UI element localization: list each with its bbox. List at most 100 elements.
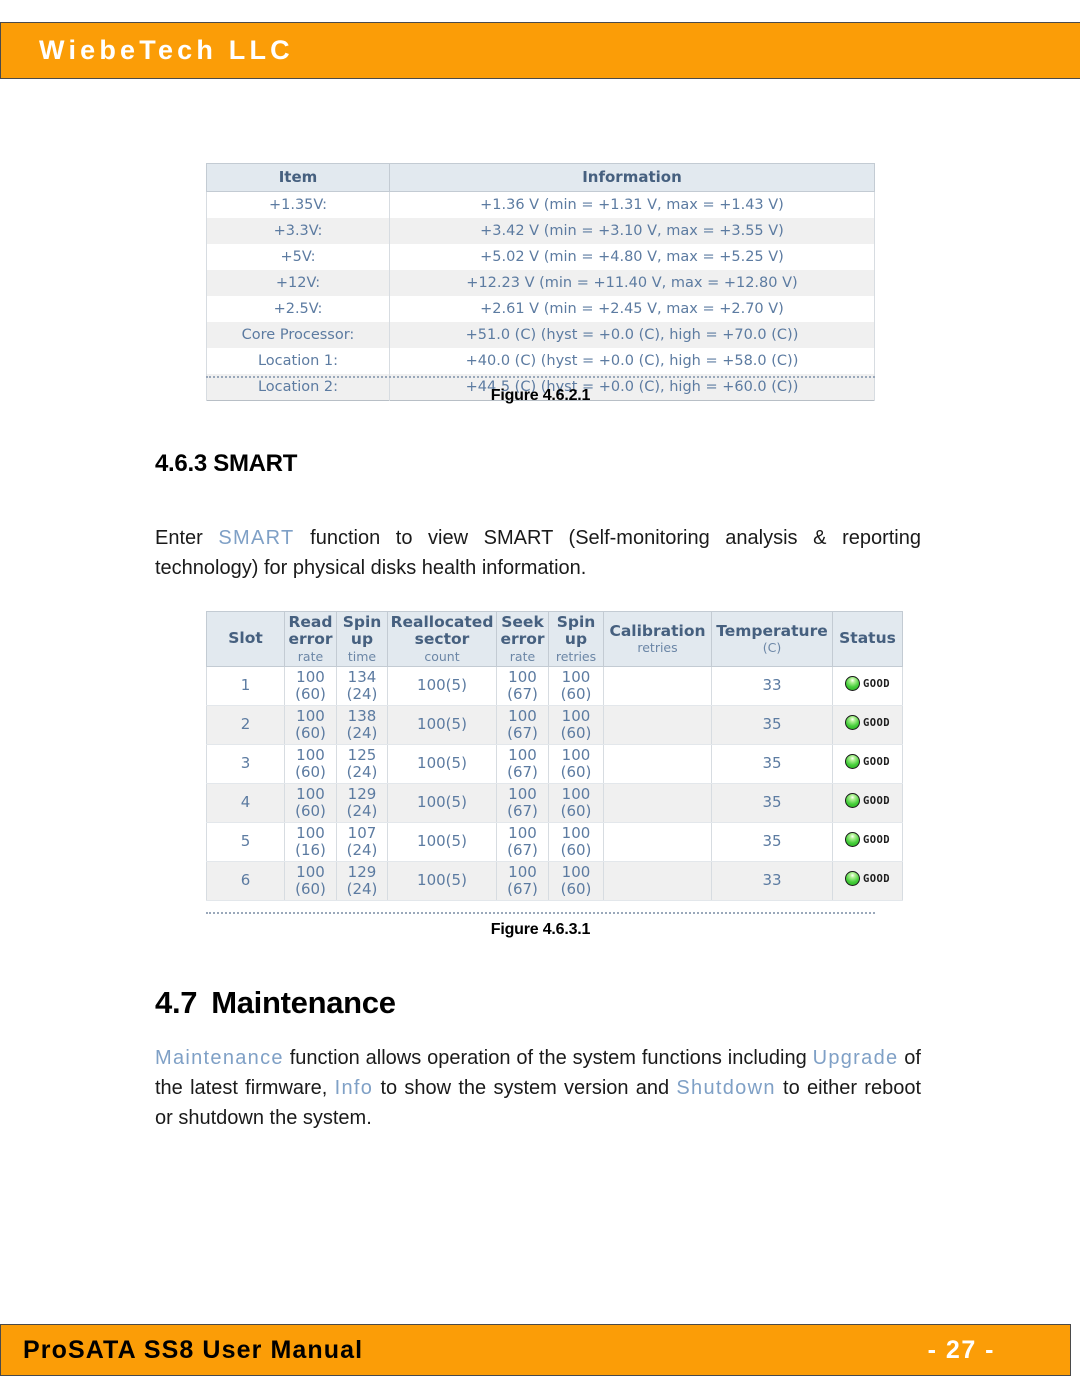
cell-read-error-rate: 100 (16)	[284, 822, 337, 862]
cell-spin-up-retries: 100 (60)	[548, 822, 604, 862]
cell-reallocated-sector-count: 100(5)	[387, 666, 497, 706]
cell-spin-up-time-threshold: (24)	[346, 684, 378, 703]
status-badge: GOOD	[845, 832, 890, 848]
cell-information: +3.42 V (min = +3.10 V, max = +3.55 V)	[389, 217, 875, 244]
cell-item: +12V:	[206, 269, 390, 296]
column-header-status: Status	[832, 611, 903, 667]
status-badge: GOOD	[845, 793, 890, 809]
cell-item: +5V:	[206, 243, 390, 270]
page-footer-banner: ProSATA SS8 User Manual - 27 -	[0, 1324, 1071, 1376]
status-led-icon	[845, 832, 861, 848]
cell-temperature: 35	[711, 744, 833, 784]
term-info: Info	[334, 1077, 374, 1099]
cell-read-error-rate-threshold: (60)	[295, 723, 326, 742]
cell-seek-error-rate: 100 (67)	[496, 783, 549, 823]
cell-read-error-rate: 100 (60)	[284, 861, 337, 901]
figure-caption-2: Figure 4.6.3.1	[490, 921, 591, 938]
cell-seek-error-rate-value: 100	[508, 745, 537, 764]
cell-seek-error-rate-value: 100	[508, 706, 537, 725]
cell-status: GOOD	[832, 783, 903, 823]
cell-item: Location 1:	[206, 347, 390, 374]
status-label: GOOD	[863, 755, 890, 768]
cell-status: GOOD	[832, 861, 903, 901]
cell-spin-up-time: 129 (24)	[336, 861, 388, 901]
term-maintenance: Maintenance	[155, 1047, 284, 1069]
column-header-item: Item	[206, 163, 390, 192]
cell-seek-error-rate: 100 (67)	[496, 705, 549, 745]
cell-calibration-retries	[603, 666, 712, 706]
status-badge: GOOD	[845, 676, 890, 692]
cell-temperature: 35	[711, 783, 833, 823]
table-row: +2.5V: +2.61 V (min = +2.45 V, max = +2.7…	[206, 295, 875, 322]
status-label: GOOD	[863, 794, 890, 807]
cell-spin-up-time-threshold: (24)	[346, 723, 378, 742]
cell-temperature: 35	[711, 822, 833, 862]
column-header-spin-up-retries-main: Spin up	[556, 613, 596, 649]
paragraph-smart-lead: Enter	[155, 527, 219, 549]
table-header-row: Slot Read error rate Spin up time Reallo…	[206, 611, 903, 667]
column-header-slot-main: Slot	[228, 629, 263, 648]
cell-spin-up-retries: 100 (60)	[548, 861, 604, 901]
column-header-read-error-rate-sub: rate	[297, 648, 324, 664]
cell-spin-up-retries-threshold: (60)	[560, 723, 592, 742]
cell-calibration-retries	[603, 861, 712, 901]
table-row: 6 100 (60) 129 (24) 100(5) 100 (67) 100 (60) 33 GOO…	[206, 861, 903, 901]
cell-read-error-rate-threshold: (60)	[295, 879, 326, 898]
paragraph-maintenance-text-3: to show the system version and	[373, 1077, 677, 1099]
paragraph-smart: Enter SMART function to view SMART (Self…	[155, 523, 921, 583]
cell-seek-error-rate: 100 (67)	[496, 666, 549, 706]
cell-spin-up-retries-value: 100	[561, 745, 591, 764]
table-header-row: Item Information	[206, 163, 875, 192]
cell-calibration-retries	[603, 783, 712, 823]
cell-item: +2.5V:	[206, 295, 390, 322]
cell-seek-error-rate-threshold: (67)	[507, 684, 538, 703]
table-row: +1.35V: +1.36 V (min = +1.31 V, max = +1.…	[206, 191, 875, 218]
term-upgrade: Upgrade	[812, 1047, 899, 1069]
cell-status: GOOD	[832, 822, 903, 862]
figure-divider-1	[206, 376, 875, 378]
cell-spin-up-retries-value: 100	[561, 667, 591, 686]
cell-seek-error-rate: 100 (67)	[496, 822, 549, 862]
status-led-icon	[845, 676, 861, 692]
cell-temperature: 33	[711, 861, 833, 901]
cell-spin-up-time: 129 (24)	[336, 783, 388, 823]
column-header-seek-error-rate-sub: rate	[509, 648, 536, 664]
cell-item: +3.3V:	[206, 217, 390, 244]
cell-read-error-rate-value: 100	[296, 667, 325, 686]
cell-spin-up-time-value: 107	[347, 823, 377, 842]
manual-title: ProSATA SS8 User Manual	[23, 1335, 364, 1364]
column-header-calibration-retries: Calibration retries	[603, 611, 712, 667]
cell-spin-up-retries-value: 100	[561, 784, 591, 803]
cell-spin-up-time: 125 (24)	[336, 744, 388, 784]
cell-spin-up-retries-threshold: (60)	[560, 879, 592, 898]
cell-calibration-retries	[603, 705, 712, 745]
status-label: GOOD	[863, 677, 890, 690]
table-row: 2 100 (60) 138 (24) 100(5) 100 (67) 100 (60) 35 GOO…	[206, 705, 903, 745]
cell-reallocated-sector-count: 100(5)	[387, 822, 497, 862]
status-badge: GOOD	[845, 715, 890, 731]
cell-item: Core Processor:	[206, 321, 390, 348]
cell-reallocated-sector-count: 100(5)	[387, 861, 497, 901]
cell-read-error-rate: 100 (60)	[284, 783, 337, 823]
table-row: Location 1: +40.0 (C) (hyst = +0.0 (C), h…	[206, 347, 875, 374]
paragraph-maintenance-text-1: function allows operation of the system …	[283, 1047, 813, 1069]
column-header-calibration-retries-main: Calibration	[609, 621, 706, 640]
table-row: +5V: +5.02 V (min = +4.80 V, max = +5.25 …	[206, 243, 875, 270]
cell-seek-error-rate-value: 100	[508, 823, 537, 842]
cell-slot: 3	[206, 744, 285, 784]
column-header-slot: Slot	[206, 611, 285, 667]
sensor-information-table: Item Information +1.35V: +1.36 V (min = +…	[206, 163, 875, 401]
column-header-temperature-sub: (C)	[762, 640, 782, 656]
cell-read-error-rate-value: 100	[296, 706, 325, 725]
cell-information: +5.02 V (min = +4.80 V, max = +5.25 V)	[389, 243, 875, 270]
cell-reallocated-sector-count: 100(5)	[387, 744, 497, 784]
column-header-temperature: Temperature (C)	[711, 611, 833, 667]
cell-read-error-rate: 100 (60)	[284, 744, 337, 784]
cell-spin-up-retries-value: 100	[561, 823, 591, 842]
cell-spin-up-time-threshold: (24)	[346, 801, 378, 820]
cell-seek-error-rate: 100 (67)	[496, 861, 549, 901]
figure-divider-2	[206, 912, 875, 914]
status-label: GOOD	[863, 872, 890, 885]
cell-seek-error-rate-threshold: (67)	[507, 762, 538, 781]
cell-read-error-rate: 100 (60)	[284, 666, 337, 706]
